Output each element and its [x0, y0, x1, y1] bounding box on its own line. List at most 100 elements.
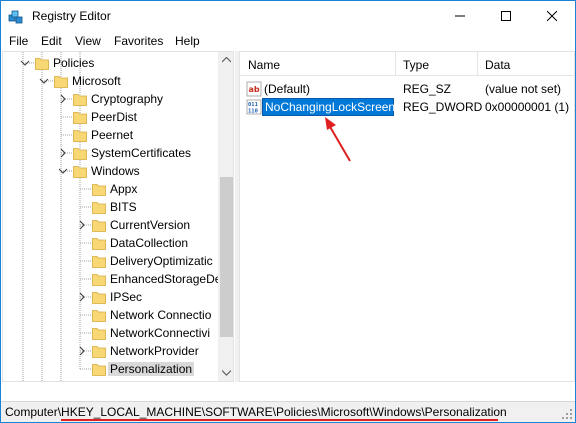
- scroll-up-icon[interactable]: [222, 57, 231, 63]
- annotation-arrow-icon: [325, 117, 351, 162]
- folder-icon: [73, 130, 87, 142]
- values-list-pane[interactable]: Name Type Data ab (Default) REG_SZ (valu…: [239, 51, 575, 382]
- maximize-icon: [501, 11, 511, 21]
- tree-vertical-scrollbar[interactable]: [218, 52, 233, 381]
- folder-icon: [92, 364, 106, 376]
- tree-item-label: PeerDist: [91, 110, 138, 124]
- tree-item-bits[interactable]: BITS: [3, 198, 223, 216]
- svg-text:110: 110: [248, 109, 258, 115]
- tree-item-label: Windows: [91, 164, 140, 178]
- registry-editor-icon: [8, 10, 23, 24]
- folder-icon: [92, 184, 106, 196]
- chevron-right-icon[interactable]: [58, 147, 68, 159]
- menu-edit[interactable]: Edit: [41, 34, 62, 48]
- column-divider[interactable]: [477, 52, 478, 76]
- title-bar[interactable]: Registry Editor: [1, 1, 575, 31]
- tree-item-label: CurrentVersion: [110, 218, 191, 232]
- folder-icon: [92, 274, 106, 286]
- rename-value-text[interactable]: NoChangingLockScreen: [265, 100, 395, 114]
- folder-icon: [54, 76, 68, 88]
- tree-item-peerdist[interactable]: PeerDist: [3, 108, 223, 126]
- tree-item-label: DeliveryOptimizatic: [110, 254, 213, 268]
- dword-value-icon: 011 110: [246, 99, 262, 115]
- folder-icon: [35, 58, 49, 70]
- tree-item-ipsec[interactable]: IPSec: [3, 288, 223, 306]
- chevron-right-icon[interactable]: [77, 291, 87, 303]
- tree-item-label: BITS: [110, 200, 137, 214]
- minimize-button[interactable]: [437, 1, 483, 31]
- folder-icon: [92, 256, 106, 268]
- value-row-nochanginglockscreen[interactable]: 011 110 NoChangingLockScreen REG_DWORD 0…: [240, 98, 574, 116]
- menu-help[interactable]: Help: [175, 34, 200, 48]
- menu-bar: File Edit View Favorites Help: [1, 31, 575, 51]
- close-icon: [547, 11, 557, 21]
- tree-item-peernet[interactable]: Peernet: [3, 126, 223, 144]
- scroll-down-icon[interactable]: [222, 370, 231, 376]
- tree-item-deliveryoptimizatic[interactable]: DeliveryOptimizatic: [3, 252, 223, 270]
- status-bar: Computer\HKEY_LOCAL_MACHINE\SOFTWARE\Pol…: [1, 401, 575, 422]
- tree-item-label: NetworkProvider: [110, 344, 199, 358]
- svg-text:ab: ab: [249, 85, 260, 94]
- chevron-down-icon[interactable]: [20, 57, 30, 69]
- tree-item-label: NetworkConnectivi: [110, 326, 211, 340]
- tree-item-label: Personalization: [108, 362, 195, 376]
- chevron-down-icon[interactable]: [39, 75, 49, 87]
- column-header-data[interactable]: Data: [485, 58, 510, 72]
- close-button[interactable]: [529, 1, 575, 31]
- menu-favorites[interactable]: Favorites: [114, 34, 163, 48]
- key-tree-pane[interactable]: Policies Microsoft Cryptography PeerDist Pee…: [2, 51, 234, 382]
- folder-icon: [92, 310, 106, 322]
- column-header-type[interactable]: Type: [403, 58, 429, 72]
- folder-icon: [92, 346, 106, 358]
- value-data: 0x00000001 (1): [485, 100, 570, 114]
- column-divider[interactable]: [395, 52, 396, 76]
- tree-item-appx[interactable]: Appx: [3, 180, 223, 198]
- scrollbar-thumb[interactable]: [220, 177, 233, 337]
- menu-view[interactable]: View: [75, 34, 101, 48]
- resize-grip-icon[interactable]: [562, 409, 573, 420]
- folder-icon: [73, 166, 87, 178]
- menu-file[interactable]: File: [9, 34, 28, 48]
- list-header: Name Type Data: [240, 52, 574, 76]
- chevron-right-icon[interactable]: [77, 219, 87, 231]
- folder-icon: [92, 238, 106, 250]
- tree-item-label: DataCollection: [110, 236, 189, 250]
- registry-editor-window: Registry Editor File Edit View Favorites…: [0, 0, 576, 423]
- tree-item-label: IPSec: [110, 290, 143, 304]
- folder-icon: [92, 220, 106, 232]
- tree-item-label: Network Connectio: [110, 308, 212, 322]
- folder-icon: [92, 202, 106, 214]
- tree-item-networkprovider[interactable]: NetworkProvider: [3, 342, 223, 360]
- tree-item-label: Microsoft: [72, 74, 121, 88]
- tree-item-microsoft[interactable]: Microsoft: [3, 72, 223, 90]
- value-row-default[interactable]: ab (Default) REG_SZ (value not set): [240, 80, 574, 98]
- tree-item-datacollection[interactable]: DataCollection: [3, 234, 223, 252]
- tree-item-label: EnhancedStorageDe: [110, 272, 222, 286]
- folder-icon: [92, 328, 106, 340]
- tree-item-currentversion[interactable]: CurrentVersion: [3, 216, 223, 234]
- tree-item-systemcertificates[interactable]: SystemCertificates: [3, 144, 223, 162]
- tree-item-cryptography[interactable]: Cryptography: [3, 90, 223, 108]
- chevron-down-icon[interactable]: [58, 165, 68, 177]
- chevron-right-icon[interactable]: [58, 93, 68, 105]
- column-header-name[interactable]: Name: [248, 58, 280, 72]
- tree-item-personalization[interactable]: Personalization: [3, 360, 223, 378]
- value-name: (Default): [264, 82, 311, 96]
- tree-item-enhancedstoragede[interactable]: EnhancedStorageDe: [3, 270, 223, 288]
- value-data: (value not set): [485, 82, 562, 96]
- tree-item-network-connectio[interactable]: Network Connectio: [3, 306, 223, 324]
- value-type: REG_DWORD: [403, 100, 483, 114]
- minimize-icon: [455, 15, 465, 17]
- folder-icon: [73, 94, 87, 106]
- tree-item-windows[interactable]: Windows: [3, 162, 223, 180]
- window-title: Registry Editor: [32, 9, 111, 23]
- tree-item-label: SystemCertificates: [91, 146, 192, 160]
- maximize-button[interactable]: [483, 1, 529, 31]
- folder-icon: [73, 148, 87, 160]
- tree-item-policies[interactable]: Policies: [3, 54, 223, 72]
- chevron-right-icon[interactable]: [77, 345, 87, 357]
- folder-icon: [73, 112, 87, 124]
- path-annotation-underline: [61, 419, 498, 421]
- tree-item-label: Appx: [110, 182, 138, 196]
- tree-item-networkconnectivi[interactable]: NetworkConnectivi: [3, 324, 223, 342]
